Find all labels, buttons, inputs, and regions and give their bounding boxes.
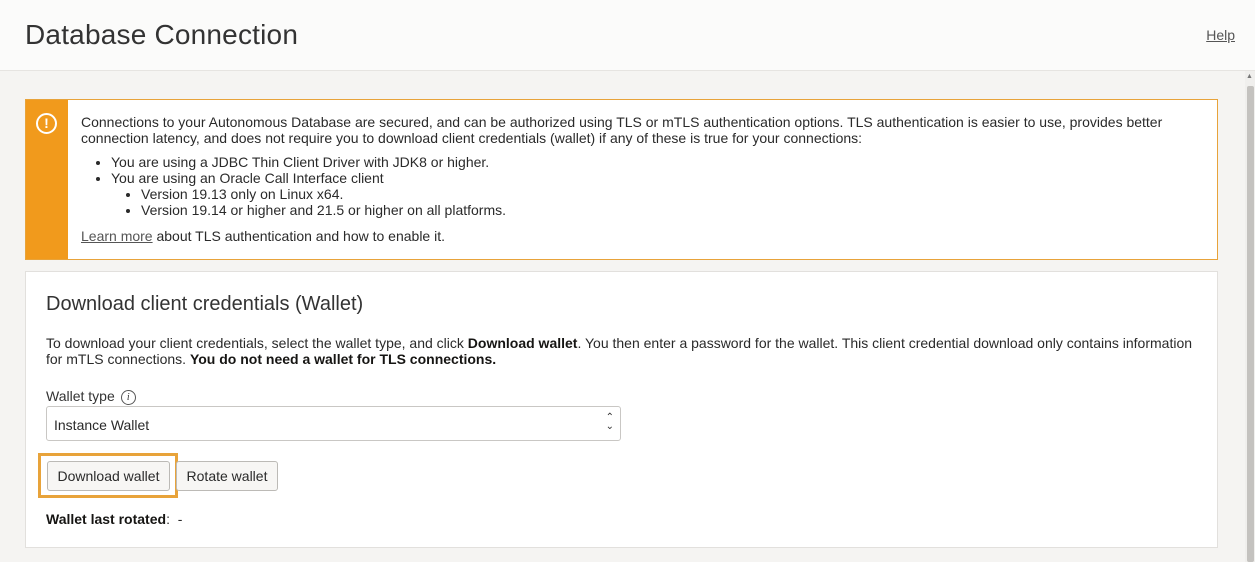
alert-sublist: Version 19.13 only on Linux x64. Version…	[111, 186, 1201, 218]
scroll-up-arrow-icon[interactable]: ▲	[1246, 73, 1253, 80]
last-rotated-label: Wallet last rotated	[46, 511, 167, 527]
page-title: Database Connection	[25, 19, 299, 50]
alert-footer: Learn more about TLS authentication and …	[81, 228, 1201, 244]
alert-intro: Connections to your Autonomous Database …	[81, 114, 1163, 146]
page-header: Database Connection Help	[0, 0, 1255, 71]
panel-description: To download your client credentials, sel…	[46, 335, 1206, 367]
wallet-panel: Download client credentials (Wallet) To …	[25, 271, 1218, 548]
last-rotated-value: -	[177, 511, 183, 527]
wallet-type-label-text: Wallet type	[46, 388, 115, 404]
alert-bar: !	[26, 100, 68, 259]
wallet-type-value: Instance Wallet	[54, 417, 150, 433]
alert-body: Connections to your Autonomous Database …	[81, 114, 1201, 244]
download-wallet-button[interactable]: Download wallet	[47, 461, 170, 491]
help-link[interactable]: Help	[1206, 27, 1235, 43]
scrollbar-thumb[interactable]	[1247, 86, 1254, 562]
rotate-wallet-button[interactable]: Rotate wallet	[176, 461, 278, 491]
chevron-up-down-icon: ⌃ ⌄	[605, 412, 614, 432]
alert-sublist-item: Version 19.13 only on Linux x64.	[141, 186, 1201, 202]
panel-title: Download client credentials (Wallet)	[46, 293, 364, 315]
warning-circle-icon: !	[36, 113, 57, 134]
tls-info-alert: ! Connections to your Autonomous Databas…	[25, 99, 1218, 260]
info-icon[interactable]: i	[120, 390, 136, 405]
wallet-type-label: Wallet type i	[46, 388, 136, 405]
alert-list-item-text: You are using an Oracle Call Interface c…	[111, 170, 384, 186]
alert-list: You are using a JDBC Thin Client Driver …	[81, 154, 1201, 218]
alert-sublist-item: Version 19.14 or higher and 21.5 or high…	[141, 202, 1201, 218]
learn-more-suffix: about TLS authentication and how to enab…	[152, 228, 445, 244]
alert-list-item: You are using an Oracle Call Interface c…	[111, 170, 1201, 218]
desc-bold: Download wallet	[467, 335, 578, 351]
alert-list-item: You are using a JDBC Thin Client Driver …	[111, 154, 1201, 170]
desc-text: To download your client credentials, sel…	[46, 335, 468, 351]
desc-bold: You do not need a wallet for TLS connect…	[189, 351, 497, 367]
learn-more-link[interactable]: Learn more	[81, 228, 153, 244]
wallet-last-rotated: Wallet last rotated: -	[46, 511, 182, 527]
wallet-type-select[interactable]: Instance Wallet ⌃ ⌄	[46, 406, 621, 441]
last-rotated-sep: :	[166, 511, 170, 527]
